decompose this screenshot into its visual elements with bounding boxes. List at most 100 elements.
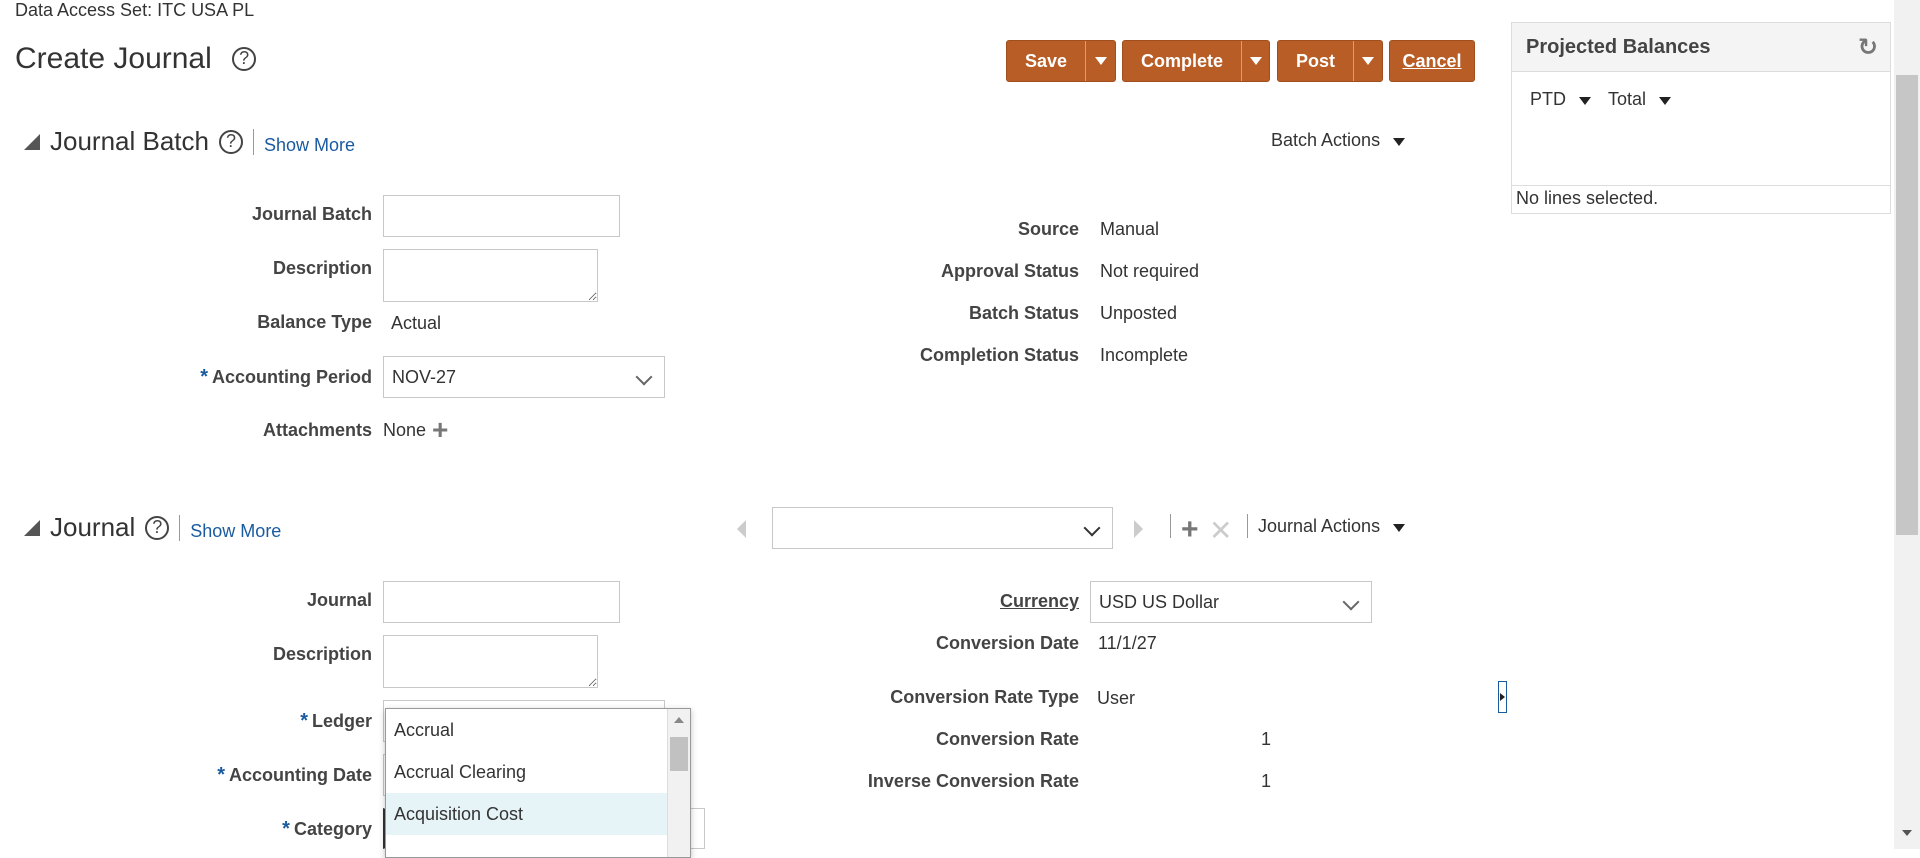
attachments-value: None	[383, 420, 427, 440]
projected-balances-header: Projected Balances ↻	[1512, 23, 1890, 72]
currency-label[interactable]: Currency	[1000, 591, 1079, 612]
balance-type-label: Balance Type	[257, 312, 372, 332]
help-icon[interactable]: ?	[218, 129, 243, 154]
batch-actions-label: Batch Actions	[1271, 130, 1381, 150]
category-label-text: Category	[293, 819, 372, 839]
show-more-link[interactable]: Show More	[252, 128, 355, 155]
scroll-up-icon[interactable]	[674, 717, 684, 723]
required-icon: *	[282, 818, 290, 840]
journal-batch-input[interactable]	[383, 195, 620, 237]
journal-title: Journal	[50, 512, 136, 542]
ptd-label: PTD	[1530, 89, 1566, 109]
data-access-set: Data Access Set: ITC USA PL	[15, 0, 255, 20]
page-scroll-thumb[interactable]	[1896, 75, 1918, 535]
save-label: Save	[1025, 50, 1068, 71]
separator	[1247, 514, 1248, 538]
previous-journal-icon[interactable]	[737, 520, 746, 538]
inverse-conversion-rate-label: Inverse Conversion Rate	[867, 771, 1079, 791]
chevron-down-icon	[635, 368, 653, 386]
conversion-rate-label: Conversion Rate	[935, 729, 1079, 749]
conversion-date-label: Conversion Date	[935, 633, 1079, 653]
projected-balances-panel: Projected Balances ↻ PTD Total No lines …	[1511, 22, 1891, 214]
complete-dropdown-icon[interactable]	[1241, 41, 1269, 81]
batch-actions-dropdown-icon	[1393, 138, 1406, 146]
journal-actions-dropdown-icon	[1393, 524, 1406, 532]
cancel-button[interactable]: Cancel	[1389, 40, 1475, 82]
required-icon: *	[217, 764, 225, 786]
post-dropdown-icon[interactable]	[1353, 41, 1382, 81]
approval-status-value: Not required	[1100, 261, 1200, 281]
batch-status-value: Unposted	[1100, 303, 1178, 323]
completion-status-label: Completion Status	[919, 345, 1079, 365]
page-scrollbar[interactable]	[1894, 0, 1920, 849]
batch-actions-menu[interactable]: Batch Actions	[1271, 130, 1406, 151]
total-selector[interactable]: Total	[1608, 89, 1672, 110]
ptd-selector[interactable]: PTD	[1530, 89, 1592, 110]
chevron-down-icon	[1083, 519, 1101, 537]
post-label: Post	[1296, 50, 1336, 71]
chevron-down-icon	[1342, 593, 1360, 611]
journal-label: Journal	[306, 590, 372, 610]
show-more-link[interactable]: Show More	[179, 514, 281, 541]
accounting-period-select[interactable]: NOV-27	[383, 356, 665, 398]
total-label: Total	[1608, 89, 1647, 109]
balance-type-value: Actual	[391, 313, 442, 333]
delete-journal-icon[interactable]: ✕	[1209, 516, 1232, 546]
complete-label: Complete	[1141, 50, 1224, 71]
caret-right-icon	[1500, 693, 1505, 701]
conversion-date-value: 11/1/27	[1098, 633, 1157, 653]
batch-description-input[interactable]	[383, 249, 598, 302]
journal-description-input[interactable]	[383, 635, 598, 688]
approval-status-label: Approval Status	[940, 261, 1079, 281]
page-title: Create Journal ?	[15, 42, 257, 76]
accounting-period-value: NOV-27	[392, 366, 457, 387]
next-journal-icon[interactable]	[1134, 520, 1143, 538]
no-lines-text: No lines selected.	[1512, 185, 1890, 211]
dropdown-scrollbar[interactable]	[667, 709, 690, 857]
category-option[interactable]: Acquisition Cost	[386, 793, 674, 835]
projected-balances-title: Projected Balances	[1526, 35, 1711, 58]
category-option[interactable]: Accrual Clearing	[386, 751, 674, 793]
complete-button[interactable]: Complete	[1122, 40, 1270, 82]
journal-batch-section-header: Journal Batch ? Show More	[24, 126, 355, 157]
refresh-icon[interactable]: ↻	[1858, 33, 1878, 62]
save-button[interactable]: Save	[1006, 40, 1116, 82]
category-label: * Category	[282, 818, 372, 841]
page-title-text: Create Journal	[15, 42, 212, 75]
journal-name-input[interactable]	[383, 581, 620, 623]
currency-select[interactable]: USD US Dollar	[1090, 581, 1372, 623]
category-option[interactable]: Accrual	[386, 709, 674, 751]
required-icon: *	[200, 366, 208, 388]
scroll-thumb[interactable]	[670, 737, 688, 771]
save-dropdown-icon[interactable]	[1085, 41, 1115, 81]
journal-batch-title: Journal Batch	[50, 126, 209, 156]
ledger-label-text: Ledger	[311, 711, 372, 731]
journal-batch-label: Journal Batch	[251, 204, 372, 224]
journal-section-header: Journal ? Show More	[24, 512, 281, 543]
batch-status-label: Batch Status	[968, 303, 1079, 323]
collapse-icon[interactable]	[24, 133, 40, 150]
attachments-label: Attachments	[262, 420, 372, 440]
help-icon[interactable]: ?	[232, 46, 257, 71]
ptd-dropdown-icon	[1579, 97, 1592, 105]
help-icon[interactable]: ?	[145, 515, 170, 540]
separator	[1170, 514, 1171, 538]
add-attachment-icon[interactable]: +	[432, 416, 448, 444]
completion-status-value: Incomplete	[1100, 345, 1189, 365]
source-label: Source	[1017, 219, 1079, 239]
journal-navigator-select[interactable]	[772, 507, 1113, 549]
total-dropdown-icon	[1659, 97, 1672, 105]
currency-value: USD US Dollar	[1099, 591, 1220, 612]
accounting-date-label: * Accounting Date	[217, 764, 372, 787]
collapse-icon[interactable]	[24, 519, 40, 536]
expand-panel-handle[interactable]	[1498, 681, 1507, 713]
source-value: Manual	[1100, 219, 1160, 239]
description-label: Description	[272, 258, 372, 278]
accounting-date-label-text: Accounting Date	[228, 765, 372, 785]
scroll-down-icon[interactable]	[1902, 830, 1912, 836]
journal-actions-menu[interactable]: Journal Actions	[1258, 516, 1406, 537]
accounting-period-label-text: Accounting Period	[211, 367, 372, 387]
add-journal-icon[interactable]: +	[1181, 515, 1199, 545]
cancel-label: Cancel	[1402, 50, 1462, 71]
post-button[interactable]: Post	[1277, 40, 1383, 82]
